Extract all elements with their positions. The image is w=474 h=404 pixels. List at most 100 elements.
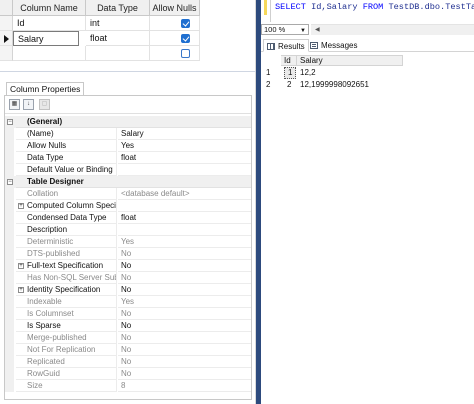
row-selector[interactable] [0, 16, 13, 31]
property-gutter [5, 368, 14, 380]
property-row[interactable]: Collation <database default> [5, 188, 251, 200]
property-value[interactable]: Salary [118, 128, 251, 140]
sql-keyword: FROM [362, 2, 384, 12]
property-name: (Name) [16, 128, 117, 140]
property-gutter [5, 164, 14, 176]
column-name-cell[interactable]: Salary [13, 31, 79, 46]
query-text[interactable]: SELECT Id,Salary FROM TestDB.dbo.TestTab… [275, 2, 474, 12]
horizontal-scrollbar[interactable]: ◀ [311, 24, 474, 35]
results-header-salary[interactable]: Salary [297, 55, 403, 66]
property-row[interactable]: Description [5, 224, 251, 236]
tab-label: Results [278, 42, 305, 51]
property-row[interactable]: Allow Nulls Yes [5, 140, 251, 152]
results-header-id[interactable]: Id [281, 55, 297, 66]
table-row[interactable]: 1 1 12,2 [263, 67, 403, 79]
collapse-icon[interactable]: − [7, 179, 13, 185]
property-name: Size [16, 380, 117, 392]
property-value[interactable]: No [118, 320, 251, 332]
property-row[interactable]: Has Non-SQL Server Subs No [5, 272, 251, 284]
property-value[interactable]: Yes [118, 140, 251, 152]
current-row-arrow-icon [4, 35, 9, 43]
property-value[interactable] [118, 164, 251, 176]
expand-icon[interactable]: + [18, 263, 24, 269]
property-row[interactable]: DTS-published No [5, 248, 251, 260]
property-row[interactable]: Deterministic Yes [5, 236, 251, 248]
property-row[interactable]: RowGuid No [5, 368, 251, 380]
property-row[interactable]: Identity Specification + No [5, 284, 251, 296]
row-number[interactable]: 1 [263, 67, 281, 79]
data-type-cell[interactable]: int [86, 16, 150, 31]
tab-messages[interactable]: Messages [307, 39, 360, 52]
property-row[interactable]: Not For Replication No [5, 344, 251, 356]
property-category[interactable]: − (General) [5, 116, 251, 128]
table-row[interactable]: Salary float [0, 31, 200, 46]
result-cell-salary[interactable]: 12,2 [297, 67, 403, 79]
property-pages-icon[interactable]: ▢ [39, 99, 50, 110]
column-properties-tab[interactable]: Column Properties [6, 82, 85, 95]
property-row[interactable]: Data Type float [5, 152, 251, 164]
header-column-name[interactable]: Column Name [13, 0, 86, 16]
zoom-value: 100 % [264, 25, 286, 34]
property-row[interactable]: Is Sparse No [5, 320, 251, 332]
allow-nulls-checkbox[interactable] [181, 19, 190, 28]
category-label: Table Designer [16, 176, 251, 188]
data-type-cell[interactable]: float [86, 31, 150, 46]
property-value[interactable]: No [118, 260, 251, 272]
property-value[interactable] [118, 200, 251, 212]
column-name-cell[interactable] [13, 46, 86, 61]
query-editor[interactable]: SELECT Id,Salary FROM TestDB.dbo.TestTab… [261, 0, 474, 22]
property-value: No [118, 368, 251, 380]
property-value[interactable] [118, 224, 251, 236]
property-row[interactable]: Default Value or Binding [5, 164, 251, 176]
table-row[interactable]: Id int [0, 16, 200, 31]
property-row[interactable]: (Name) Salary [5, 128, 251, 140]
property-name: Data Type [16, 152, 117, 164]
header-allow-nulls[interactable]: Allow Nulls [150, 0, 200, 16]
property-name: Not For Replication [16, 344, 117, 356]
result-cell-salary[interactable]: 12,1999998092651 [297, 79, 403, 91]
property-name: RowGuid [16, 368, 117, 380]
allow-nulls-checkbox[interactable] [181, 34, 190, 43]
table-row[interactable]: 2 2 12,1999998092651 [263, 79, 403, 91]
table-row[interactable] [0, 46, 200, 61]
property-gutter [5, 380, 14, 392]
property-value: No [118, 272, 251, 284]
allow-nulls-checkbox[interactable] [181, 49, 190, 58]
header-data-type[interactable]: Data Type [86, 0, 150, 16]
result-cell-id[interactable]: 2 [284, 79, 296, 91]
row-selector[interactable] [0, 31, 13, 46]
data-type-cell[interactable] [86, 46, 150, 61]
sql-keyword: SELECT [275, 2, 306, 12]
collapse-icon[interactable]: − [7, 119, 13, 125]
tab-results[interactable]: Results [263, 39, 309, 52]
column-name-cell[interactable]: Id [13, 16, 86, 31]
sql-columns: Id,Salary [305, 2, 363, 12]
header-row-selector [0, 0, 13, 16]
property-name: Allow Nulls [16, 140, 117, 152]
alphabetical-icon[interactable]: ↓ [23, 99, 34, 110]
property-row[interactable]: Size 8 [5, 380, 251, 392]
expand-icon[interactable]: + [18, 203, 24, 209]
expand-icon[interactable]: + [18, 287, 24, 293]
property-value: 8 [118, 380, 251, 392]
property-row[interactable]: Replicated No [5, 356, 251, 368]
property-row[interactable]: Merge-published No [5, 332, 251, 344]
property-value[interactable]: float [118, 152, 251, 164]
property-row[interactable]: Condensed Data Type float [5, 212, 251, 224]
property-row[interactable]: Full-text Specification + No [5, 260, 251, 272]
result-cell-id[interactable]: 1 [284, 67, 296, 79]
row-selector[interactable] [0, 46, 13, 61]
property-category[interactable]: − Table Designer [5, 176, 251, 188]
property-row[interactable]: Indexable Yes [5, 296, 251, 308]
property-row[interactable]: Is Columnset No [5, 308, 251, 320]
property-value[interactable]: No [118, 284, 251, 296]
sql-table: TestDB.dbo.TestTable [388, 2, 474, 12]
property-gutter [5, 236, 14, 248]
scroll-left-icon[interactable]: ◀ [315, 26, 320, 33]
categorized-icon[interactable]: ▦ [9, 99, 20, 110]
property-row[interactable]: Computed Column Specif + [5, 200, 251, 212]
zoom-dropdown[interactable]: 100 % ▼ [261, 24, 309, 35]
property-gutter [5, 356, 14, 368]
row-number[interactable]: 2 [263, 79, 281, 91]
property-value[interactable]: float [118, 212, 251, 224]
